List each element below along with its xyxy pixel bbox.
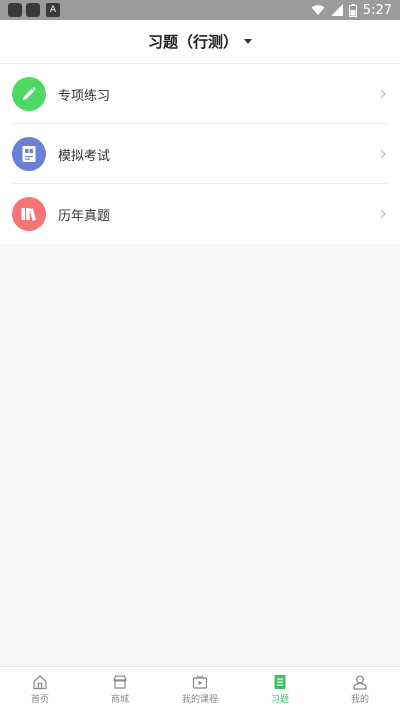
tab-label: 首页 bbox=[30, 694, 49, 705]
menu-item-past-exams[interactable]: 历年真题 bbox=[0, 184, 400, 244]
tab-exercises[interactable]: 习题 bbox=[240, 667, 320, 711]
exam-paper-icon bbox=[12, 137, 46, 171]
notification-a-icon: A bbox=[46, 3, 60, 17]
chevron-right-icon bbox=[380, 209, 386, 219]
menu-item-label: 历年真题 bbox=[58, 208, 111, 224]
chevron-right-icon bbox=[380, 149, 386, 159]
tab-label: 习题 bbox=[270, 694, 289, 705]
page-title[interactable]: 习题（行测） bbox=[148, 31, 238, 52]
tab-label: 商城 bbox=[110, 694, 129, 705]
document-icon bbox=[274, 674, 286, 689]
status-bar: A 5:27 bbox=[0, 0, 400, 20]
video-course-icon bbox=[192, 674, 208, 689]
notification-icon bbox=[26, 3, 40, 17]
bottom-nav: 首页 商城 我的课程 习题 我的 bbox=[0, 666, 400, 711]
books-icon bbox=[12, 197, 46, 231]
pencil-icon bbox=[12, 77, 46, 111]
tab-me[interactable]: 我的 bbox=[320, 667, 400, 711]
tab-label: 我的课程 bbox=[181, 694, 218, 705]
header[interactable]: 习题（行测） bbox=[0, 20, 400, 64]
notification-icon bbox=[8, 3, 22, 17]
menu-item-mock-exam[interactable]: 模拟考试 bbox=[0, 124, 400, 184]
store-icon bbox=[113, 674, 127, 689]
home-icon bbox=[33, 674, 47, 689]
practice-menu: 专项练习 模拟考试 历年真题 bbox=[0, 64, 400, 244]
tab-home[interactable]: 首页 bbox=[0, 667, 80, 711]
chevron-right-icon bbox=[380, 89, 386, 99]
menu-item-special-practice[interactable]: 专项练习 bbox=[0, 64, 400, 124]
profile-icon bbox=[353, 675, 367, 690]
tab-store[interactable]: 商城 bbox=[80, 667, 160, 711]
wifi-icon bbox=[311, 5, 325, 15]
status-time: 5:27 bbox=[362, 2, 392, 18]
menu-item-label: 专项练习 bbox=[58, 88, 111, 104]
signal-icon bbox=[330, 4, 343, 16]
caret-down-icon[interactable] bbox=[244, 39, 252, 44]
menu-item-label: 模拟考试 bbox=[58, 148, 111, 164]
battery-icon bbox=[348, 3, 357, 17]
tab-label: 我的 bbox=[350, 694, 369, 705]
tab-my-courses[interactable]: 我的课程 bbox=[160, 667, 240, 711]
